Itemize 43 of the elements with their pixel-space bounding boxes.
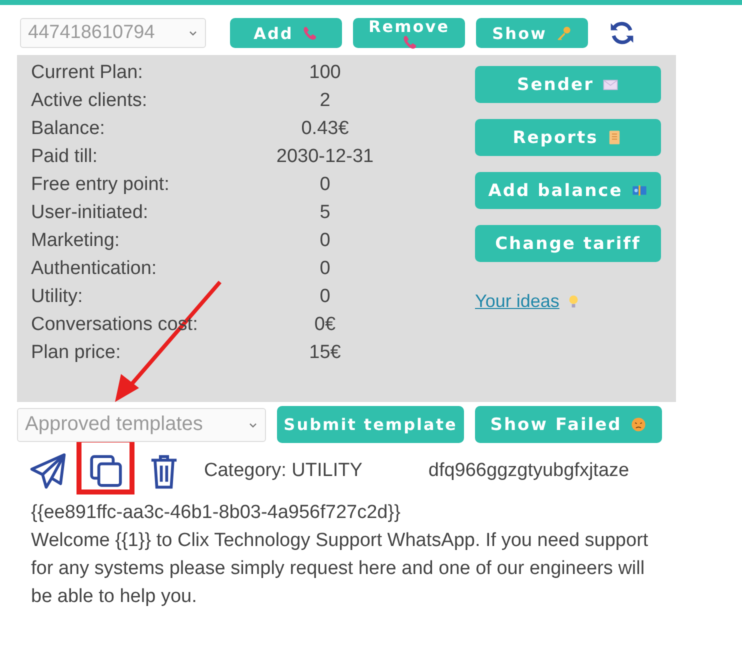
key-icon xyxy=(554,24,572,42)
stat-label: Plan price: xyxy=(31,341,121,365)
phone-icon xyxy=(400,34,418,51)
phone-icon xyxy=(301,24,318,42)
stat-label: Current Plan: xyxy=(31,61,143,85)
stat-label: Paid till: xyxy=(31,145,98,169)
ideas-link[interactable]: Your ideas xyxy=(475,291,661,312)
show-failed-button[interactable]: Show Failed xyxy=(475,406,662,443)
stat-label: Authentication: xyxy=(31,257,157,281)
stat-value: 15€ xyxy=(308,341,342,365)
stat-value: 5 xyxy=(318,201,332,225)
template-body: Welcome {{1}} to Clix Technology Support WhatsApp. If you need support for any systems please simply request here and one of our engineers will be able to help you. xyxy=(31,529,650,609)
sad-face-icon xyxy=(630,416,647,433)
stat-value: 0€ xyxy=(313,313,337,337)
show-button[interactable]: Show xyxy=(476,18,588,48)
send-icon[interactable] xyxy=(30,453,66,489)
template-category: Category: UTILITY xyxy=(204,460,362,482)
stat-label: Marketing: xyxy=(31,229,120,253)
remove-button[interactable]: Remove xyxy=(353,18,465,48)
stat-value: 0 xyxy=(318,229,332,253)
stat-label: User-initiated: xyxy=(31,201,148,225)
stat-value: 2 xyxy=(318,89,332,113)
template-dropdown[interactable]: Approved templates xyxy=(17,408,266,442)
reports-button[interactable]: Reports xyxy=(475,119,661,156)
stat-label: Balance: xyxy=(31,117,105,141)
submit-template-button[interactable]: Submit template xyxy=(277,406,464,443)
stat-value: 0.43€ xyxy=(300,117,350,141)
stat-value: 0 xyxy=(318,285,332,309)
add-balance-button[interactable]: Add balance xyxy=(475,172,661,209)
stat-label: Free entry point: xyxy=(31,173,170,197)
copy-icon[interactable] xyxy=(88,453,124,489)
template-name: dfq966ggzgtyubgfxjtaze xyxy=(428,460,630,482)
stat-value: 0 xyxy=(318,257,332,281)
stat-label: Utility: xyxy=(31,285,83,309)
phone-number-dropdown[interactable]: 447418610794 xyxy=(20,18,206,48)
stat-value: 2030-12-31 xyxy=(275,145,375,169)
add-button[interactable]: Add xyxy=(230,18,342,48)
stat-label: Active clients: xyxy=(31,89,148,113)
change-tariff-button[interactable]: Change tariff xyxy=(475,225,661,262)
stat-value: 100 xyxy=(308,61,342,85)
stat-value: 0 xyxy=(318,173,332,197)
sender-button[interactable]: Sender xyxy=(475,66,661,103)
template-id: {{ee891ffc-aa3c-46b1-8b03-4a956f727c2d}} xyxy=(31,501,402,525)
